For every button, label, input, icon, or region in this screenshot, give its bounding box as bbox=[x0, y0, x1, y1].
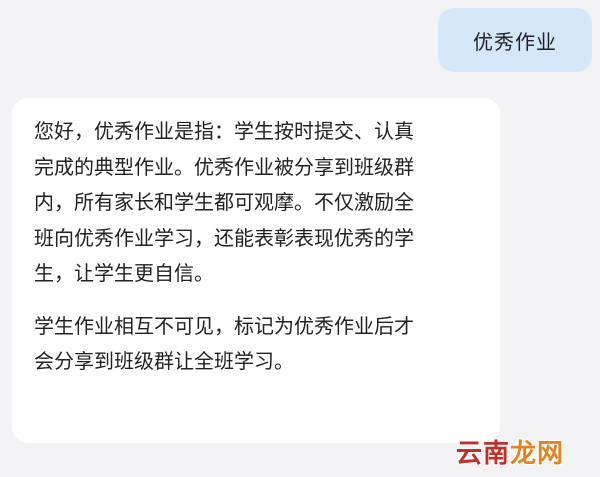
site-watermark: 云南龙网 bbox=[456, 441, 564, 467]
chat-view: 优秀作业 您好，优秀作业是指：学生按时提交、认真 完成的典型作业。优秀作业被分享… bbox=[0, 0, 600, 477]
reply-line: 班向优秀作业学习，还能表彰表现优秀的学 bbox=[34, 225, 414, 250]
watermark-text: 云南 bbox=[455, 439, 510, 469]
reply-line: 学生作业相互不可见，标记为优秀作业后才 bbox=[34, 313, 414, 338]
watermark-text: 龙网 bbox=[509, 439, 564, 469]
user-message-text: 优秀作业 bbox=[473, 29, 557, 54]
user-message-bubble[interactable]: 优秀作业 bbox=[438, 8, 592, 72]
reply-line: 会分享到班级群让全班学习。 bbox=[34, 349, 294, 373]
reply-paragraph-definition: 您好，优秀作业是指：学生按时提交、认真 完成的典型作业。优秀作业被分享到班级群 … bbox=[34, 114, 484, 292]
reply-paragraph-visibility: 学生作业相互不可见，标记为优秀作业后才 会分享到班级群让全班学习。 bbox=[34, 309, 484, 380]
reply-line: 完成的典型作业。优秀作业被分享到班级群 bbox=[34, 154, 414, 179]
assistant-reply-bubble[interactable]: 您好，优秀作业是指：学生按时提交、认真 完成的典型作业。优秀作业被分享到班级群 … bbox=[12, 98, 500, 443]
reply-line: 内，所有家长和学生都可观摩。不仅激励全 bbox=[34, 190, 414, 214]
reply-line: 生，让学生更自信。 bbox=[34, 261, 214, 285]
reply-line: 您好，优秀作业是指：学生按时提交、认真 bbox=[34, 119, 414, 143]
